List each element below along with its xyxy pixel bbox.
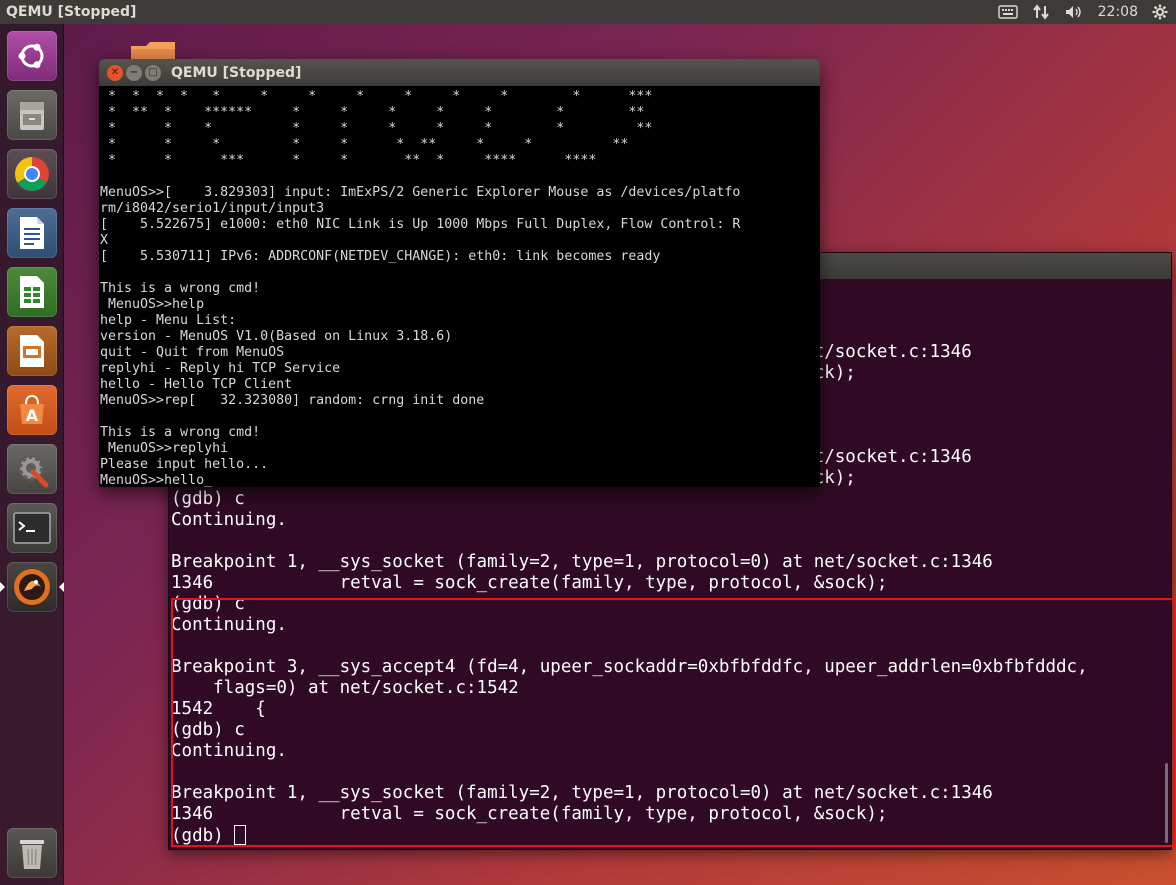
- qemu-console-line: This is a wrong cmd!: [100, 281, 261, 296]
- qemu-console-line: * * * * * * * * * * * * ***: [100, 89, 653, 104]
- launcher: A: [0, 24, 64, 885]
- qemu-console-line: [ 5.530711] IPv6: ADDRCONF(NETDEV_CHANGE…: [100, 249, 661, 264]
- terminal-line: (gdb) c: [171, 720, 245, 740]
- qemu-console-line: MenuOS>>replyhi: [100, 441, 229, 456]
- qemu-titlebar[interactable]: ✕ − □ QEMU [Stopped]: [99, 59, 820, 86]
- libreoffice-writer-icon[interactable]: [7, 208, 57, 258]
- gear-icon[interactable]: [1152, 4, 1168, 20]
- qemu-console-line: [100, 265, 820, 281]
- terminal-line: Continuing.: [171, 510, 287, 530]
- qemu-icon[interactable]: [0, 562, 64, 612]
- chromium-icon[interactable]: [7, 149, 57, 199]
- qemu-console-line: rm/i8042/serio1/input/input3: [100, 201, 325, 216]
- ubuntu-dash-icon[interactable]: [7, 31, 57, 81]
- terminal-icon[interactable]: [7, 503, 57, 553]
- terminal-line: (gdb) c: [171, 594, 245, 614]
- qemu-console-line: [ 5.522675] e1000: eth0 NIC Link is Up 1…: [100, 217, 741, 232]
- qemu-console-line: [100, 409, 820, 425]
- qemu-console-line: * * *** * * ** * **** ****: [100, 153, 597, 168]
- active-window-title: QEMU [Stopped]: [6, 4, 137, 20]
- qemu-console-line: Please input hello...: [100, 457, 269, 472]
- minimize-icon[interactable]: −: [126, 64, 142, 81]
- files-icon[interactable]: [7, 90, 57, 140]
- qemu-console-line: MenuOS>>[ 3.829303] input: ImExPS/2 Gene…: [100, 185, 741, 200]
- qemu-console-line: * * * * * * * * * **: [100, 121, 653, 136]
- top-panel: QEMU [Stopped] 22:08: [0, 0, 1176, 24]
- network-icon[interactable]: [1032, 4, 1050, 20]
- close-icon[interactable]: ✕: [107, 64, 123, 81]
- libreoffice-impress-icon[interactable]: [7, 326, 57, 376]
- qemu-console[interactable]: * * * * * * * * * * * * *** * ** * *****…: [100, 89, 820, 487]
- maximize-icon[interactable]: □: [145, 64, 161, 81]
- svg-text:A: A: [26, 406, 39, 425]
- terminal-line: flags=0) at net/socket.c:1542: [171, 678, 519, 698]
- qemu-console-line: hello - Hello TCP Client: [100, 377, 293, 392]
- terminal-line: (gdb) c: [171, 489, 245, 509]
- terminal-line: Breakpoint 1, __sys_socket (family=2, ty…: [171, 783, 993, 803]
- qemu-window-title: QEMU [Stopped]: [171, 64, 302, 81]
- libreoffice-calc-icon[interactable]: [7, 267, 57, 317]
- volume-icon[interactable]: [1064, 4, 1084, 20]
- qemu-console-line: MenuOS>>help: [100, 297, 205, 312]
- terminal-line: Breakpoint 1, __sys_socket (family=2, ty…: [171, 552, 993, 572]
- terminal-cursor: [234, 825, 247, 845]
- qemu-console-line: MenuOS>>hello_: [100, 473, 213, 487]
- trash-icon[interactable]: [7, 828, 57, 878]
- qemu-console-line: replyhi - Reply hi TCP Service: [100, 361, 341, 376]
- terminal-line: 1346 retval = sock_create(family, type, …: [171, 804, 888, 824]
- terminal-prompt-line[interactable]: (gdb): [171, 825, 1171, 846]
- qemu-console-line: * * * * * * ** * * **: [100, 137, 629, 152]
- qemu-console-line: X: [100, 233, 109, 248]
- terminal-line: Breakpoint 3, __sys_accept4 (fd=4, upeer…: [171, 657, 1088, 677]
- terminal-line: 1542 {: [171, 699, 266, 719]
- system-settings-icon[interactable]: [7, 444, 57, 494]
- qemu-console-line: MenuOS>>rep[ 32.323080] random: crng ini…: [100, 393, 485, 408]
- terminal-line: Continuing.: [171, 615, 287, 635]
- qemu-console-line: This is a wrong cmd!: [100, 425, 261, 440]
- terminal-line: 1346 retval = sock_create(family, type, …: [171, 573, 888, 593]
- qemu-console-line: * ** * ****** * * * * * * **: [100, 105, 645, 120]
- clock[interactable]: 22:08: [1098, 4, 1138, 20]
- qemu-console-line: [100, 169, 820, 185]
- qemu-console-line: quit - Quit from MenuOS: [100, 345, 285, 360]
- qemu-console-line: version - MenuOS V1.0(Based on Linux 3.1…: [100, 329, 453, 344]
- keyboard-icon[interactable]: [997, 5, 1018, 19]
- qemu-console-line: help - Menu List:: [100, 313, 237, 328]
- gdb-prompt: (gdb): [171, 826, 235, 846]
- qemu-window[interactable]: ✕ − □ QEMU [Stopped] * * * * * * * * * *…: [99, 59, 820, 487]
- ubuntu-software-icon[interactable]: A: [7, 385, 57, 435]
- terminal-scrollbar[interactable]: [1165, 763, 1168, 843]
- terminal-line: Continuing.: [171, 741, 287, 761]
- indicator-area: 22:08: [997, 4, 1176, 20]
